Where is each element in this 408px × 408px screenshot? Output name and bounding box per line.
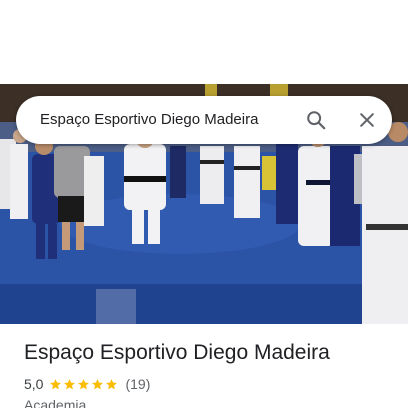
search-bar[interactable]: Espaço Esportivo Diego Madeira bbox=[16, 96, 392, 144]
search-query[interactable]: Espaço Esportivo Diego Madeira bbox=[40, 96, 258, 144]
star-icon bbox=[50, 378, 62, 389]
place-category: Academia bbox=[24, 397, 87, 408]
star-icon bbox=[64, 378, 76, 389]
place-title: Espaço Esportivo Diego Madeira bbox=[24, 341, 330, 364]
rating-row[interactable]: 5,0 (19) bbox=[24, 375, 150, 393]
star-icon bbox=[78, 378, 90, 389]
review-count[interactable]: (19) bbox=[125, 376, 150, 392]
star-icon bbox=[106, 378, 118, 389]
search-icon[interactable] bbox=[302, 106, 330, 134]
place-screen: Espaço Esportivo Diego Madeira Espaço Es… bbox=[0, 0, 408, 408]
star-icon bbox=[92, 378, 104, 389]
star-rating bbox=[49, 378, 119, 391]
close-icon[interactable] bbox=[353, 106, 381, 134]
rating-value: 5,0 bbox=[24, 376, 44, 392]
